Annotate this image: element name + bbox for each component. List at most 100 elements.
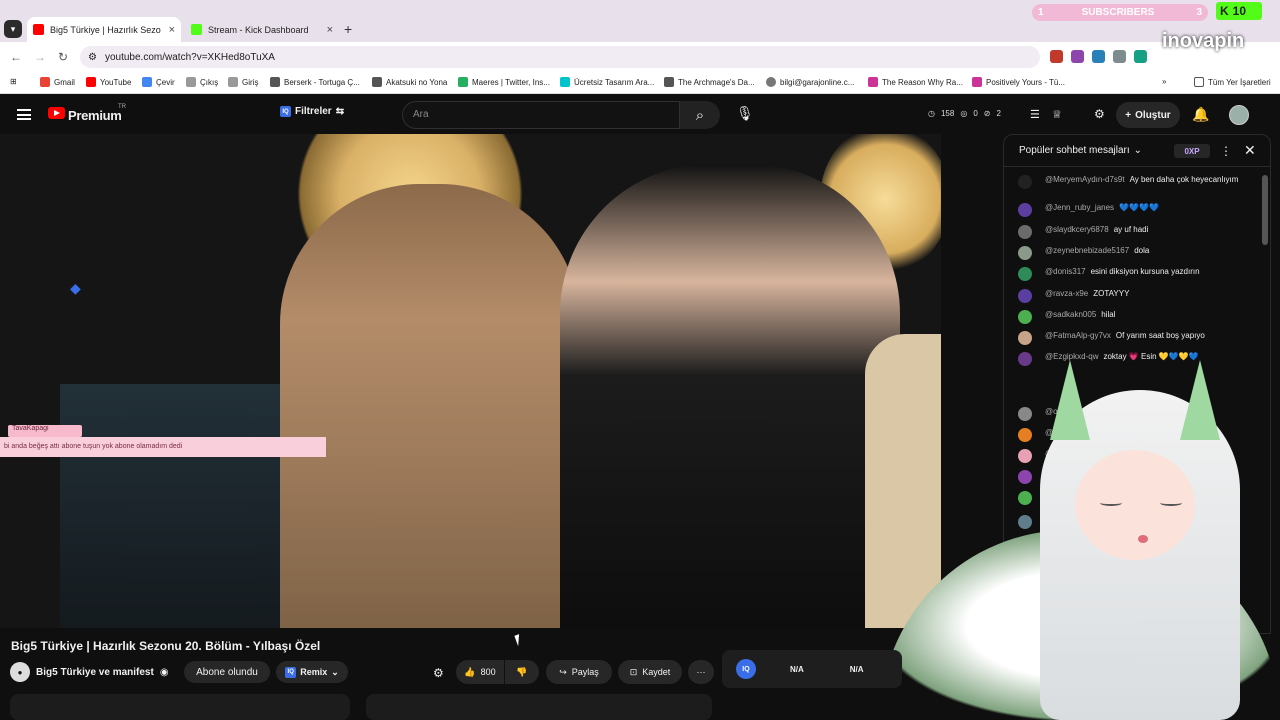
more-actions-button[interactable]: ··· — [688, 660, 714, 684]
chevron-down-icon[interactable]: ⌄ — [1134, 145, 1142, 156]
chat-avatar[interactable] — [1018, 407, 1032, 421]
bookmark-youtube[interactable]: YouTube — [86, 77, 131, 87]
save-button[interactable]: ⊡ Kaydet — [618, 660, 682, 684]
tab-close-icon[interactable]: × — [169, 24, 175, 36]
chat-username[interactable]: @FatmaAlp-gy7vx — [1045, 331, 1111, 340]
bookmark-logout[interactable]: Çıkış — [186, 77, 218, 87]
bookmark-design[interactable]: Ücretsiz Tasarım Ara... — [560, 77, 654, 87]
chat-avatar[interactable] — [1018, 267, 1032, 281]
video-player[interactable]: ◆ — [0, 134, 941, 628]
back-icon[interactable]: ← — [10, 50, 22, 64]
chat-username[interactable]: @B — [1045, 470, 1058, 479]
chat-username[interactable]: @donis317 — [1045, 267, 1086, 276]
bookmark-maeres[interactable]: Maeres | Twitter, Ins... — [458, 77, 550, 87]
chat-avatar[interactable] — [1018, 203, 1032, 217]
chat-username[interactable]: @S — [1045, 449, 1058, 458]
chat-scrollbar[interactable] — [1262, 175, 1268, 245]
chat-username[interactable]: @sadkakn005 — [1045, 310, 1096, 319]
filters-button[interactable]: IQ Filtreler ⇆ — [280, 106, 344, 117]
chat-message: @ — [1018, 428, 1252, 442]
bookmark-login[interactable]: Giriş — [228, 77, 258, 87]
stat-eye-icon: ◷ — [928, 109, 935, 118]
chat-avatar[interactable] — [1018, 491, 1032, 505]
apps-grid-icon[interactable]: ⊞ — [10, 77, 17, 86]
premium-logo-text[interactable]: Premium — [68, 108, 122, 123]
trophy-icon[interactable]: ♕ — [1052, 108, 1062, 121]
extension-icon[interactable] — [1134, 50, 1147, 63]
chat-avatar[interactable] — [1018, 310, 1032, 324]
subscribe-button[interactable]: Abone olundu — [184, 661, 270, 683]
microphone-icon[interactable]: 🎙 — [736, 105, 754, 122]
url-field[interactable]: ⚙ youtube.com/watch?v=XKHed8oTuXA — [80, 46, 1040, 68]
new-tab-button[interactable]: + — [344, 21, 352, 37]
all-bookmarks[interactable]: Tüm Yer İşaretleri — [1194, 77, 1271, 87]
search-input[interactable]: Ara — [402, 101, 680, 129]
bookmark-reason[interactable]: The Reason Why Ra... — [868, 77, 963, 87]
like-button[interactable]: 👍 800 — [456, 660, 504, 684]
extension-icon[interactable] — [1113, 50, 1126, 63]
chat-username[interactable]: @ — [1045, 428, 1053, 437]
bookmark-akatsuki[interactable]: Akatsuki no Yona — [372, 77, 447, 87]
more-options-icon[interactable]: ⋮ — [1220, 144, 1232, 158]
chat-avatar[interactable] — [1018, 246, 1032, 260]
chat-avatar[interactable] — [1018, 331, 1032, 345]
close-icon[interactable]: ✕ — [1244, 142, 1256, 159]
account-avatar[interactable] — [1229, 105, 1249, 125]
bookmark-positively[interactable]: Positively Yours - Tü... — [972, 77, 1065, 87]
oxp-badge[interactable]: 0XP — [1174, 144, 1210, 158]
bookmark-email[interactable]: bilgi@garajonline.c... — [766, 77, 854, 87]
channel-name[interactable]: Big5 Türkiye ve manifest — [36, 667, 154, 678]
chat-username[interactable]: @zeynebnebizade5167 — [1045, 246, 1129, 255]
description-card[interactable] — [10, 694, 350, 720]
subs-left-count: 1 — [1038, 7, 1044, 18]
chat-username[interactable]: @MeryemAydın-d7s9t — [1045, 175, 1125, 184]
iq-icon[interactable]: IQ — [736, 659, 756, 679]
bookmark-berserk[interactable]: Berserk - Tortuga Ç... — [270, 77, 360, 87]
filters-label: Filtreler — [295, 106, 332, 117]
forward-icon[interactable]: → — [34, 50, 46, 64]
chat-username[interactable]: @slaydkcery6878 — [1045, 225, 1109, 234]
chat-username[interactable]: @Q — [1045, 491, 1059, 500]
chat-avatar[interactable] — [1018, 428, 1032, 442]
bookmark-gmail[interactable]: Gmail — [40, 77, 75, 87]
extension-icon[interactable] — [1050, 50, 1063, 63]
gear-icon[interactable]: ⚙ — [433, 666, 444, 680]
extension-icon[interactable] — [1092, 50, 1105, 63]
reload-icon[interactable]: ↻ — [58, 50, 68, 64]
chat-avatar[interactable] — [1018, 515, 1032, 529]
tab-close-icon[interactable]: × — [327, 24, 333, 36]
bookmarks-more[interactable]: » — [1162, 77, 1166, 86]
channel-avatar[interactable]: ● — [10, 662, 30, 682]
bookmark-translate[interactable]: Çevir — [142, 77, 175, 87]
comments-card[interactable] — [366, 694, 712, 720]
chat-username[interactable]: @ravza-x9e — [1045, 289, 1088, 298]
remix-button[interactable]: IQ Remix ⌄ — [276, 661, 348, 683]
extension-icon[interactable] — [1071, 50, 1084, 63]
gear-icon[interactable]: ⚙ — [1094, 107, 1105, 121]
search-icon[interactable]: ⌕ — [680, 101, 720, 129]
chat-username[interactable]: @Ezgipkxd-qw — [1045, 352, 1098, 361]
tab-youtube[interactable]: Big5 Türkiye | Hazırlık Sezo × — [27, 17, 181, 42]
bookmark-archmage[interactable]: The Archmage's Da... — [664, 77, 755, 87]
chat-avatar[interactable] — [1018, 352, 1032, 366]
create-button[interactable]: + Oluştur — [1116, 102, 1180, 128]
chat-avatar[interactable] — [1018, 470, 1032, 484]
chat-avatar[interactable] — [1018, 225, 1032, 239]
share-button[interactable]: ↪ Paylaş — [546, 660, 612, 684]
site-info-icon[interactable]: ⚙ — [88, 52, 97, 63]
list-icon[interactable]: ☰ — [1030, 108, 1040, 121]
dislike-button[interactable]: 👎 — [505, 660, 539, 684]
tab-search-dropdown[interactable]: ▾ — [4, 20, 22, 38]
chat-username[interactable]: @Jenn_ruby_janes — [1045, 203, 1114, 212]
notifications-bell-icon[interactable]: 🔔 — [1192, 106, 1209, 123]
chat-message: @Jenn_ruby_janes 💙💙💙💙 — [1018, 203, 1252, 217]
chat-mode-dropdown[interactable]: Popüler sohbet mesajları — [1019, 145, 1130, 156]
menu-icon[interactable] — [17, 109, 31, 120]
chat-avatar[interactable] — [1018, 289, 1032, 303]
chat-avatar[interactable] — [1018, 175, 1032, 189]
youtube-logo-icon[interactable] — [48, 107, 65, 119]
chat-username[interactable]: @ — [1045, 515, 1053, 524]
tab-kick[interactable]: Stream - Kick Dashboard × — [185, 17, 339, 42]
chat-username[interactable]: @o — [1045, 407, 1058, 416]
chat-avatar[interactable] — [1018, 449, 1032, 463]
